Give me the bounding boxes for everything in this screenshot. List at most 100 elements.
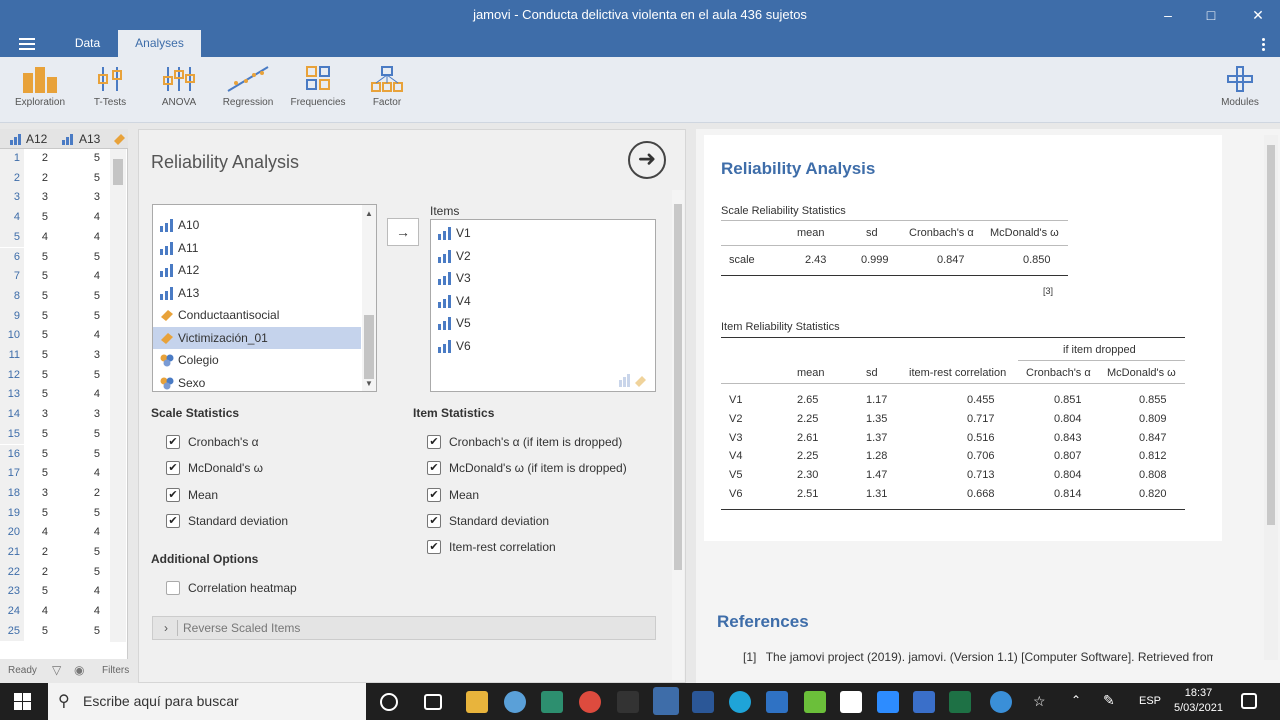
- checkbox-box[interactable]: ✔: [166, 461, 180, 476]
- file-explorer-icon[interactable]: [466, 691, 488, 713]
- row-number[interactable]: 7: [0, 267, 24, 287]
- table-cell[interactable]: 3: [60, 346, 100, 366]
- app-icon[interactable]: [804, 691, 826, 713]
- row-number[interactable]: 19: [0, 503, 24, 524]
- table-cell[interactable]: 5: [60, 307, 100, 327]
- table-cell[interactable]: 5: [26, 622, 48, 642]
- row-number[interactable]: 24: [0, 602, 24, 622]
- table-cell[interactable]: 5: [26, 366, 48, 386]
- task-view-icon[interactable]: [424, 694, 442, 710]
- variable-list-item[interactable]: A13: [153, 282, 361, 304]
- table-cell[interactable]: 5: [26, 385, 48, 405]
- table-cell[interactable]: 2: [26, 169, 48, 189]
- jamovi-icon[interactable]: [653, 687, 679, 715]
- scroll-up-icon[interactable]: ▲: [365, 209, 373, 218]
- edge-icon[interactable]: [729, 691, 751, 713]
- row-number[interactable]: 9: [0, 306, 24, 327]
- row-number[interactable]: 5: [0, 227, 24, 248]
- item-list-entry[interactable]: V3: [431, 267, 639, 289]
- table-cell[interactable]: 2: [60, 484, 100, 504]
- row-number[interactable]: 23: [0, 582, 24, 603]
- item-list-entry[interactable]: V5: [431, 312, 639, 334]
- table-cell[interactable]: 4: [60, 602, 100, 622]
- table-cell[interactable]: 4: [60, 228, 100, 248]
- table-cell[interactable]: 2: [26, 563, 48, 583]
- table-cell[interactable]: 2: [26, 543, 48, 563]
- scale-statistic-checkbox[interactable]: ✔ McDonald's ω: [166, 460, 263, 476]
- checkbox-box[interactable]: ✔: [166, 513, 180, 528]
- language-indicator[interactable]: ESP: [1139, 695, 1161, 707]
- table-cell[interactable]: 5: [26, 582, 48, 602]
- pen-icon[interactable]: ✎: [1103, 692, 1115, 709]
- table-cell[interactable]: 3: [60, 188, 100, 208]
- dropbox-icon[interactable]: [840, 691, 862, 713]
- options-scrollbar[interactable]: [672, 190, 684, 680]
- row-number[interactable]: 11: [0, 346, 24, 366]
- excel-icon[interactable]: [949, 691, 971, 713]
- chevron-up-icon[interactable]: ⌃: [1071, 693, 1081, 707]
- row-number[interactable]: 21: [0, 543, 24, 563]
- table-cell[interactable]: 5: [26, 425, 48, 445]
- help-icon[interactable]: [990, 691, 1012, 713]
- minimize-button[interactable]: –: [1155, 4, 1181, 26]
- results-output[interactable]: Reliability Analysis Scale Reliability S…: [704, 135, 1222, 541]
- table-cell[interactable]: 5: [26, 326, 48, 346]
- scroll-down-icon[interactable]: ▼: [365, 379, 373, 388]
- windows-start-icon[interactable]: [14, 693, 31, 710]
- table-cell[interactable]: 5: [60, 169, 100, 189]
- correlation-heatmap-checkbox[interactable]: Correlation heatmap: [166, 580, 297, 596]
- row-number[interactable]: 4: [0, 208, 24, 228]
- table-cell[interactable]: 5: [26, 267, 48, 287]
- table-cell[interactable]: 5: [26, 504, 48, 524]
- footnote-marker[interactable]: [3]: [1043, 286, 1053, 296]
- table-cell[interactable]: 4: [60, 464, 100, 484]
- row-number[interactable]: 2: [0, 168, 24, 189]
- table-cell[interactable]: 5: [60, 543, 100, 563]
- row-number[interactable]: 22: [0, 562, 24, 583]
- scale-statistic-checkbox[interactable]: ✔ Cronbach's α: [166, 434, 259, 450]
- table-cell[interactable]: 4: [60, 523, 100, 543]
- table-cell[interactable]: 5: [26, 307, 48, 327]
- table-cell[interactable]: 5: [60, 563, 100, 583]
- table-cell[interactable]: 4: [60, 267, 100, 287]
- table-cell[interactable]: 4: [60, 326, 100, 346]
- checkbox-box[interactable]: [166, 581, 180, 595]
- modules-button[interactable]: Modules: [1216, 65, 1264, 108]
- table-cell[interactable]: 4: [60, 582, 100, 602]
- variable-list-item[interactable]: Victimización_01: [153, 326, 361, 349]
- column-header[interactable]: A13: [79, 132, 100, 146]
- table-cell[interactable]: 4: [26, 523, 48, 543]
- more-options-icon[interactable]: [1262, 38, 1266, 53]
- run-analysis-button[interactable]: ➜: [628, 141, 666, 179]
- checkbox-box[interactable]: ✔: [427, 487, 441, 502]
- results-scrollbar[interactable]: [1264, 135, 1278, 660]
- checkbox-box[interactable]: ✔: [166, 487, 180, 502]
- row-number[interactable]: 14: [0, 405, 24, 425]
- regression-button[interactable]: Regression: [222, 65, 274, 108]
- maximize-button[interactable]: □: [1198, 4, 1224, 26]
- variable-list-item[interactable]: A10: [153, 214, 361, 236]
- close-button[interactable]: ✕: [1245, 4, 1271, 26]
- variable-list-item[interactable]: Conductaantisocial: [153, 304, 361, 326]
- checkbox-box[interactable]: ✔: [427, 461, 441, 476]
- scale-statistic-checkbox[interactable]: ✔ Mean: [166, 487, 218, 503]
- hamburger-menu-icon[interactable]: [19, 38, 35, 50]
- row-number[interactable]: 15: [0, 424, 24, 445]
- items-list[interactable]: V1 V2 V3 V4 V5 V6: [430, 219, 656, 392]
- table-cell[interactable]: 4: [26, 228, 48, 248]
- item-list-entry[interactable]: V6: [431, 335, 639, 357]
- people-icon[interactable]: ☆: [1033, 693, 1046, 710]
- tab-data[interactable]: Data: [60, 30, 115, 57]
- move-to-items-button[interactable]: →: [387, 218, 419, 246]
- table-cell[interactable]: 5: [60, 622, 100, 642]
- checkbox-box[interactable]: ✔: [427, 540, 441, 555]
- table-cell[interactable]: 5: [60, 504, 100, 524]
- zoom-icon[interactable]: [877, 691, 899, 713]
- table-cell[interactable]: 3: [26, 188, 48, 208]
- exploration-button[interactable]: Exploration: [12, 65, 68, 108]
- item-statistic-checkbox[interactable]: ✔ Standard deviation: [427, 513, 549, 529]
- notifications-icon[interactable]: [1241, 693, 1257, 709]
- anova-button[interactable]: ANOVA: [158, 65, 200, 108]
- table-cell[interactable]: 4: [60, 385, 100, 405]
- variable-list-item[interactable]: A12: [153, 259, 361, 281]
